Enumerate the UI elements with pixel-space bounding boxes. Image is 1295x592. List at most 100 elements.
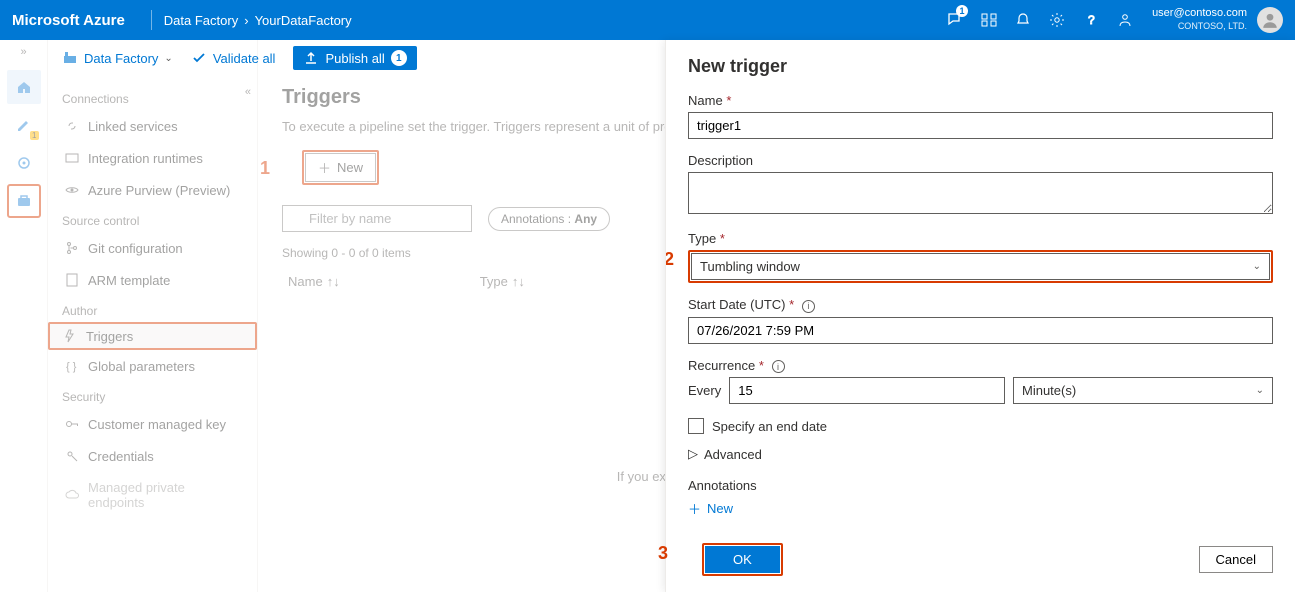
- params-icon: { }: [64, 358, 80, 374]
- start-date-input[interactable]: [688, 317, 1273, 344]
- validate-all-label: Validate all: [213, 51, 276, 66]
- sidebar-item-linked-services[interactable]: Linked services: [48, 110, 257, 142]
- manage-sidebar: « Connections Linked services Integratio…: [48, 40, 258, 592]
- plus-icon: ＋: [688, 499, 701, 518]
- recurrence-every-input[interactable]: [729, 377, 1005, 404]
- cancel-button[interactable]: Cancel: [1199, 546, 1273, 573]
- feedback-person-icon[interactable]: [1108, 0, 1142, 40]
- section-connections: Connections: [48, 84, 257, 110]
- advanced-toggle[interactable]: ▷ Advanced: [688, 446, 1273, 462]
- info-icon[interactable]: i: [802, 300, 815, 313]
- trigger-description-input[interactable]: [688, 172, 1273, 214]
- upload-icon: [303, 50, 319, 66]
- breadcrumb-current[interactable]: YourDataFactory: [255, 13, 352, 28]
- recurrence-unit-select[interactable]: Minute(s) ⌄: [1013, 377, 1273, 404]
- rail-author-button[interactable]: 1: [7, 108, 41, 142]
- sidebar-item-mpe[interactable]: Managed private endpoints: [48, 472, 257, 518]
- column-header-name[interactable]: Name ↑↓: [288, 274, 340, 289]
- sidebar-item-triggers[interactable]: Triggers: [48, 322, 257, 350]
- notifications-icon[interactable]: [1006, 0, 1040, 40]
- user-org: CONTOSO, LTD.: [1178, 20, 1247, 33]
- name-label: Name *: [688, 93, 1273, 108]
- trigger-icon: [62, 328, 78, 344]
- chevron-down-icon: ⌄: [164, 53, 172, 64]
- recurrence-unit-value: Minute(s): [1022, 383, 1076, 398]
- sidebar-item-label: ARM template: [88, 273, 170, 288]
- chevron-right-icon: ▷: [688, 446, 698, 462]
- step-marker-2: 2: [666, 249, 674, 270]
- end-date-label: Specify an end date: [712, 419, 827, 434]
- sidebar-item-label: Integration runtimes: [88, 151, 203, 166]
- link-icon: [64, 118, 80, 134]
- publish-all-button[interactable]: Publish all 1: [293, 46, 416, 70]
- new-button-label: New: [337, 160, 363, 175]
- section-source-control: Source control: [48, 206, 257, 232]
- plus-icon: ＋: [318, 158, 331, 177]
- checkbox-icon[interactable]: [688, 418, 704, 434]
- divider: [151, 10, 152, 30]
- add-annotation-button[interactable]: ＋ New: [688, 499, 1273, 518]
- factory-icon: [62, 50, 78, 66]
- notification-badge: 1: [956, 5, 968, 17]
- description-label: Description: [688, 153, 1273, 168]
- settings-icon[interactable]: [1040, 0, 1074, 40]
- end-date-checkbox-row[interactable]: Specify an end date: [688, 418, 1273, 434]
- key-icon: [64, 416, 80, 432]
- rail-home-button[interactable]: [7, 70, 41, 104]
- directory-icon[interactable]: [972, 0, 1006, 40]
- user-block[interactable]: user@contoso.com CONTOSO, LTD.: [1152, 7, 1247, 33]
- sidebar-item-arm-template[interactable]: ARM template: [48, 264, 257, 296]
- step-marker-3: 3: [658, 543, 668, 564]
- advanced-label: Advanced: [704, 447, 762, 462]
- data-factory-label: Data Factory: [84, 51, 158, 66]
- rail-monitor-button[interactable]: [7, 146, 41, 180]
- type-label: Type *: [688, 231, 1273, 246]
- validate-all-button[interactable]: Validate all: [191, 50, 276, 66]
- start-date-label: Start Date (UTC) * i: [688, 297, 1273, 313]
- sidebar-item-label: Triggers: [86, 329, 133, 344]
- annotations-filter[interactable]: Annotations : Any: [488, 207, 610, 231]
- help-icon[interactable]: ?: [1074, 0, 1108, 40]
- info-icon[interactable]: i: [772, 360, 785, 373]
- breadcrumb-root[interactable]: Data Factory: [164, 13, 238, 28]
- feedback-icon[interactable]: 1: [938, 0, 972, 40]
- template-icon: [64, 272, 80, 288]
- sidebar-item-label: Credentials: [88, 449, 154, 464]
- sidebar-item-cmk[interactable]: Customer managed key: [48, 408, 257, 440]
- git-icon: [64, 240, 80, 256]
- svg-text:?: ?: [1088, 13, 1095, 27]
- section-author: Author: [48, 296, 257, 322]
- publish-count-badge: 1: [391, 50, 407, 66]
- credentials-icon: [64, 448, 80, 464]
- ok-button[interactable]: OK: [705, 546, 780, 573]
- chevron-down-icon: ⌄: [1253, 261, 1261, 272]
- new-trigger-panel: New trigger Name * Description Type * 2 …: [665, 40, 1295, 592]
- top-bar: Microsoft Azure Data Factory › YourDataF…: [0, 0, 1295, 40]
- new-trigger-button[interactable]: ＋ New: [305, 153, 376, 182]
- sidebar-item-global-params[interactable]: { } Global parameters: [48, 350, 257, 382]
- sidebar-item-credentials[interactable]: Credentials: [48, 440, 257, 472]
- rail-manage-button[interactable]: [7, 184, 41, 218]
- publish-all-label: Publish all: [325, 51, 384, 66]
- sidebar-item-integration-runtimes[interactable]: Integration runtimes: [48, 142, 257, 174]
- recurrence-label: Recurrence * i: [688, 358, 1273, 374]
- filter-by-name-input[interactable]: [282, 205, 472, 232]
- trigger-type-value: Tumbling window: [700, 259, 800, 274]
- trigger-type-select[interactable]: Tumbling window ⌄: [691, 253, 1270, 280]
- sidebar-item-label: Managed private endpoints: [88, 480, 241, 510]
- sidebar-item-git-config[interactable]: Git configuration: [48, 232, 257, 264]
- brand-label: Microsoft Azure: [12, 12, 125, 29]
- expand-rail-icon[interactable]: »: [20, 46, 26, 58]
- sidebar-item-label: Git configuration: [88, 241, 183, 256]
- every-label: Every: [688, 383, 721, 398]
- avatar[interactable]: [1257, 7, 1283, 33]
- left-rail: » 1: [0, 40, 48, 592]
- trigger-name-input[interactable]: [688, 112, 1273, 139]
- command-bar: Data Factory ⌄ Validate all Publish all …: [48, 40, 1295, 76]
- sidebar-item-azure-purview[interactable]: Azure Purview (Preview): [48, 174, 257, 206]
- column-header-type[interactable]: Type ↑↓: [480, 274, 525, 289]
- collapse-sidebar-icon[interactable]: «: [245, 86, 251, 98]
- data-factory-selector[interactable]: Data Factory ⌄: [62, 50, 173, 66]
- sidebar-item-label: Customer managed key: [88, 417, 226, 432]
- eye-icon: [64, 182, 80, 198]
